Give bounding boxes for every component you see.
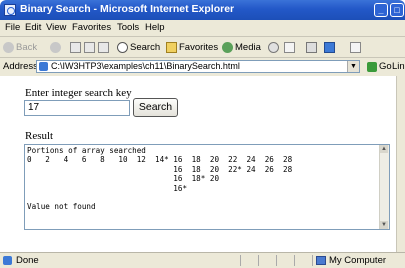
result-text: Portions of array searched 0 2 4 6 8 10 … — [27, 146, 293, 212]
print-icon — [306, 41, 317, 53]
go-button[interactable]: Go — [367, 61, 392, 72]
mail-icon — [284, 41, 295, 53]
browser-window: Binary Search - Microsoft Internet Explo… — [0, 0, 405, 268]
discuss-button[interactable] — [350, 40, 363, 54]
status-divider — [312, 255, 313, 266]
refresh-icon — [84, 41, 95, 53]
maximize-button[interactable]: □ — [390, 3, 404, 17]
stop-button[interactable] — [70, 40, 83, 54]
address-label: Address — [3, 61, 38, 72]
address-input[interactable]: C:\IW3HTP3\examples\ch11\BinarySearch.ht… — [36, 60, 360, 73]
page-done-icon — [3, 256, 12, 265]
favorites-button[interactable]: Favorites — [166, 40, 218, 54]
search-icon — [117, 41, 128, 53]
result-textarea[interactable]: Portions of array searched 0 2 4 6 8 10 … — [24, 144, 390, 230]
result-scrollbar[interactable]: ▲ ▼ — [379, 145, 389, 229]
search-toolbar-button[interactable]: Search — [117, 40, 160, 54]
menu-edit[interactable]: Edit — [25, 22, 41, 33]
status-done: Done — [3, 255, 39, 266]
search-key-prompt: Enter integer search key — [25, 87, 132, 99]
security-zone: My Computer — [316, 255, 386, 266]
mail-button[interactable] — [284, 40, 297, 54]
forward-button[interactable] — [50, 40, 63, 54]
search-button[interactable]: Search — [133, 98, 178, 117]
history-icon — [268, 41, 279, 53]
media-icon — [222, 41, 233, 53]
page-scrollbar[interactable] — [396, 76, 405, 252]
toolbar: Back Search Favorites Media — [0, 37, 405, 58]
forward-arrow-icon — [50, 41, 61, 53]
links-button[interactable]: Lin — [392, 61, 405, 72]
status-bar: Done My Computer — [0, 252, 405, 268]
scroll-down-icon[interactable]: ▼ — [380, 221, 388, 229]
address-url: C:\IW3HTP3\examples\ch11\BinarySearch.ht… — [51, 61, 240, 71]
status-divider — [240, 255, 241, 266]
word-edit-icon — [324, 41, 335, 53]
history-button[interactable] — [268, 40, 281, 54]
minimize-button[interactable]: _ — [374, 3, 388, 17]
stop-icon — [70, 41, 81, 53]
address-bar: Address C:\IW3HTP3\examples\ch11\BinaryS… — [0, 58, 405, 77]
home-button[interactable] — [98, 40, 111, 54]
refresh-button[interactable] — [84, 40, 97, 54]
menu-help[interactable]: Help — [145, 22, 165, 33]
menu-view[interactable]: View — [46, 22, 66, 33]
status-divider — [276, 255, 277, 266]
home-icon — [98, 41, 109, 53]
back-button[interactable]: Back — [3, 40, 37, 54]
status-divider — [258, 255, 259, 266]
back-arrow-icon — [3, 41, 14, 53]
menu-favorites[interactable]: Favorites — [72, 22, 111, 33]
print-button[interactable] — [306, 40, 319, 54]
computer-icon — [316, 256, 326, 265]
page-icon — [39, 62, 48, 71]
search-key-input[interactable]: 17 — [24, 100, 130, 116]
scroll-up-icon[interactable]: ▲ — [380, 145, 388, 153]
menu-file[interactable]: File — [5, 22, 20, 33]
status-divider — [294, 255, 295, 266]
address-dropdown-icon[interactable]: ▼ — [347, 61, 359, 72]
edit-button[interactable] — [324, 40, 337, 54]
go-arrow-icon — [367, 61, 377, 72]
title-bar[interactable]: Binary Search - Microsoft Internet Explo… — [0, 0, 405, 20]
result-label: Result — [25, 130, 54, 142]
menu-tools[interactable]: Tools — [117, 22, 139, 33]
window-title: Binary Search - Microsoft Internet Explo… — [20, 3, 235, 15]
media-button[interactable]: Media — [222, 40, 261, 54]
ie-icon — [4, 4, 16, 16]
page-content: Enter integer search key 17 Search Resul… — [0, 76, 396, 252]
favorites-icon — [166, 41, 177, 53]
discuss-icon — [350, 41, 361, 53]
menu-bar: File Edit View Favorites Tools Help — [0, 20, 405, 37]
